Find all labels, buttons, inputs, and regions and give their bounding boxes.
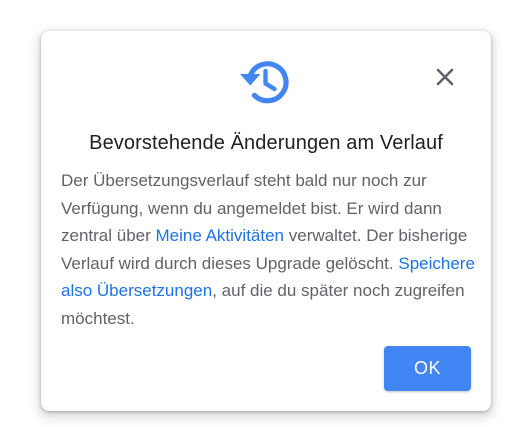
history-upgrade-dialog: Bevorstehende Änderungen am Verlauf Der … — [41, 31, 491, 411]
ok-button[interactable]: OK — [384, 346, 471, 391]
history-icon — [238, 54, 294, 110]
close-icon[interactable] — [430, 62, 460, 92]
dialog-body-text: Der Übersetzungsverlauf steht bald nur n… — [61, 167, 476, 333]
my-activity-link[interactable]: Meine Aktivitäten — [156, 226, 285, 245]
dialog-title: Bevorstehende Änderungen am Verlauf — [89, 132, 443, 154]
